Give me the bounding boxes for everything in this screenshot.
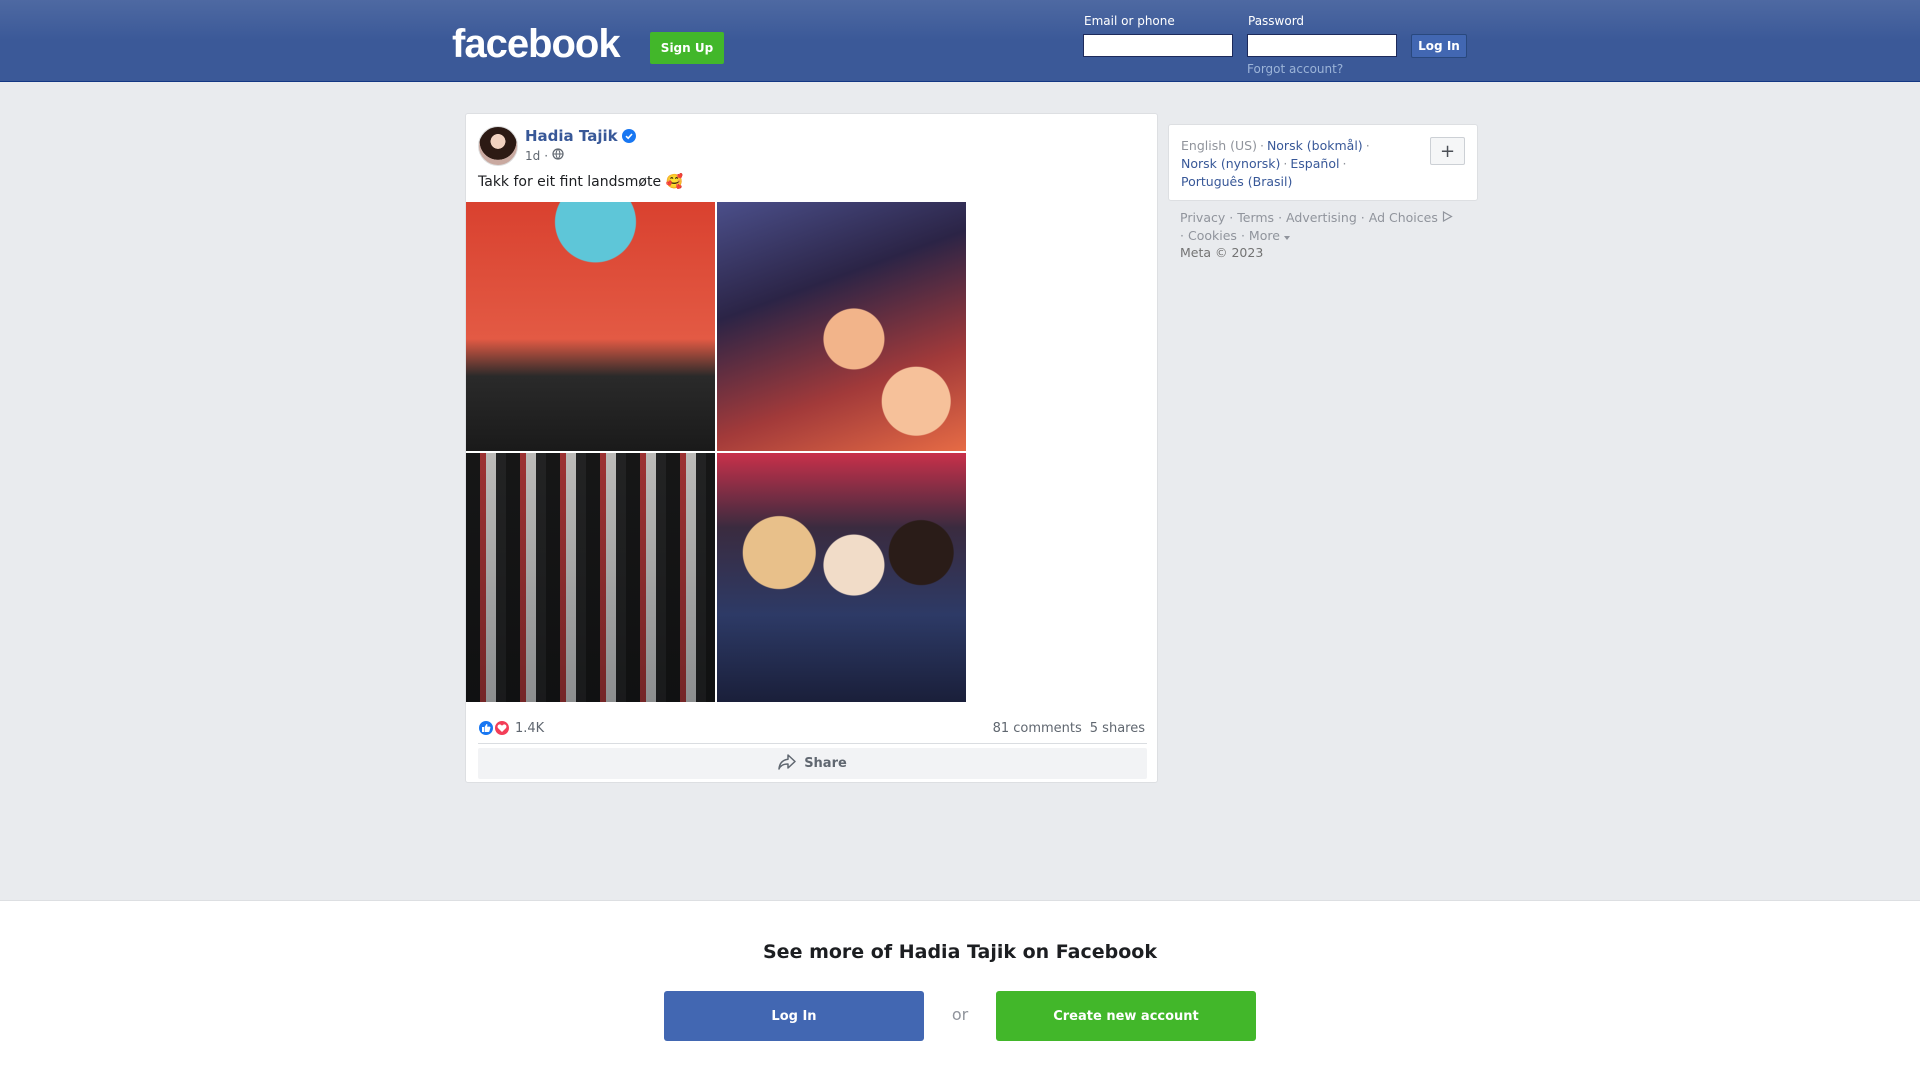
photo-group[interactable] [466, 453, 715, 702]
comments-count[interactable]: 81 comments [993, 721, 1082, 736]
shares-count[interactable]: 5 shares [1090, 721, 1145, 736]
share-label: Share [804, 756, 847, 771]
language-list: English (US) · Norsk (bokmål) · Norsk (nyno… [1181, 138, 1370, 189]
language-current: English (US) [1181, 138, 1257, 153]
password-label: Password [1248, 14, 1305, 28]
copyright: Meta © 2023 [1180, 245, 1264, 260]
footer-link-terms[interactable]: Terms [1237, 210, 1274, 225]
login-prompt-panel: See more of Hadia Tajik on Facebook Log … [0, 900, 1920, 1080]
language-selector: English (US) · Norsk (bokmål) · Norsk (nyno… [1168, 124, 1478, 201]
ad-choices-icon [1442, 210, 1453, 225]
globe-icon [552, 148, 564, 163]
footer-link-advertising[interactable]: Advertising [1286, 210, 1357, 225]
language-norsk-bokmal[interactable]: Norsk (bokmål) [1267, 138, 1363, 153]
share-icon [778, 753, 796, 774]
footer-link-privacy[interactable]: Privacy [1180, 210, 1225, 225]
post-stats: 81 comments 5 shares [993, 721, 1145, 736]
login-prompt-title: See more of Hadia Tajik on Facebook [763, 941, 1157, 963]
facebook-logo[interactable]: facebook [452, 22, 621, 67]
more-languages-button[interactable]: + [1430, 137, 1465, 165]
create-account-button[interactable]: Create new account [996, 991, 1256, 1041]
love-icon [493, 719, 511, 737]
post-time[interactable]: 1d [525, 149, 540, 163]
post-meta: 1d · [525, 148, 564, 163]
language-portugues-brasil[interactable]: Português (Brasil) [1181, 174, 1292, 189]
or-separator: or [951, 1005, 969, 1024]
photo-stage[interactable] [466, 202, 715, 451]
verified-badge-icon [621, 129, 636, 143]
photo-selfie[interactable] [717, 202, 966, 451]
post-author[interactable]: Hadia Tajik [525, 127, 636, 145]
divider [478, 743, 1147, 744]
reaction-count[interactable]: 1.4K [515, 721, 544, 736]
language-espanol[interactable]: Español [1290, 156, 1339, 171]
password-input[interactable] [1247, 34, 1397, 57]
photo-grid [466, 202, 966, 702]
caret-down-icon [1283, 228, 1290, 243]
footer-link-more[interactable]: More [1249, 228, 1280, 243]
sign-up-button[interactable]: Sign Up [650, 32, 724, 64]
footer-links: Privacy · Terms · Advertising · Ad Choices · Co… [1180, 209, 1480, 245]
language-norsk-nynorsk[interactable]: Norsk (nynorsk) [1181, 156, 1280, 171]
bottom-log-in-button[interactable]: Log In [664, 991, 924, 1041]
author-name[interactable]: Hadia Tajik [525, 127, 618, 145]
post-card: Hadia Tajik 1d · Takk for eit fint lands… [465, 113, 1158, 783]
top-navigation-bar: facebook Sign Up Email or phone Password… [0, 0, 1920, 82]
footer-link-ad-choices[interactable]: Ad Choices [1369, 210, 1438, 225]
log-in-button[interactable]: Log In [1411, 34, 1467, 58]
reactions-summary[interactable]: 1.4K [477, 719, 544, 737]
avatar[interactable] [478, 126, 518, 166]
photo-three-women[interactable] [717, 453, 966, 702]
email-input[interactable] [1083, 34, 1233, 57]
email-label: Email or phone [1084, 14, 1175, 28]
footer-link-cookies[interactable]: Cookies [1188, 228, 1237, 243]
post-text: Takk for eit fint landsmøte 🥰 [478, 174, 683, 190]
share-button[interactable]: Share [478, 748, 1147, 779]
forgot-account-link[interactable]: Forgot account? [1247, 62, 1343, 76]
